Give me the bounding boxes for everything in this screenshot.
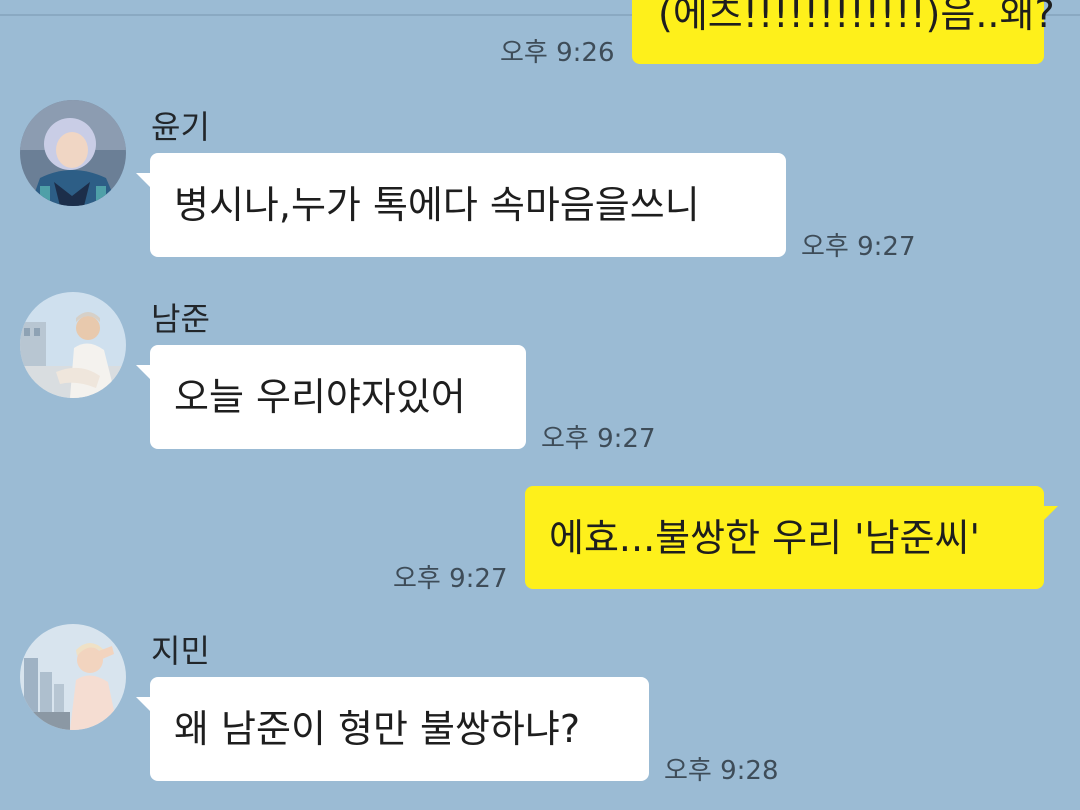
message-time: 오후 9:27 bbox=[801, 232, 916, 262]
avatar-namjoon[interactable] bbox=[20, 292, 126, 398]
profile-photo-icon bbox=[20, 100, 126, 206]
avatar-yoongi[interactable] bbox=[20, 100, 126, 206]
incoming-message-bubble[interactable]: 왜 남준이 형만 불쌍하냐? bbox=[136, 677, 649, 781]
incoming-message-bubble[interactable]: 오늘 우리야자있어 bbox=[136, 345, 526, 449]
incoming-message-bubble[interactable]: 병시나,누가 톡에다 속마음을쓰니 bbox=[136, 153, 786, 257]
message-text: 오늘 우리야자있어 bbox=[174, 375, 466, 419]
message-text: (에츠!!!!!!!!!!!!)음..왜? bbox=[658, 0, 1055, 36]
sender-name: 남준 bbox=[151, 300, 210, 338]
message-time: 오후 9:26 bbox=[500, 38, 615, 68]
sender-name: 윤기 bbox=[151, 108, 210, 146]
outgoing-message-bubble[interactable]: 에효...불쌍한 우리 '남준씨' bbox=[525, 486, 1058, 589]
message-text: 왜 남준이 형만 불쌍하냐? bbox=[174, 707, 581, 751]
message-time: 오후 9:27 bbox=[541, 424, 656, 454]
chat-view[interactable]: (에츠!!!!!!!!!!!!)음..왜? 오후 9:26 윤기 병시나,누가 … bbox=[0, 0, 1080, 810]
message-text: 에효...불쌍한 우리 '남준씨' bbox=[549, 516, 980, 560]
message-text: 병시나,누가 톡에다 속마음을쓰니 bbox=[174, 183, 700, 227]
profile-photo-icon bbox=[20, 624, 126, 730]
avatar-jimin[interactable] bbox=[20, 624, 126, 730]
sender-name: 지민 bbox=[151, 632, 210, 670]
profile-photo-icon bbox=[20, 292, 126, 398]
message-time: 오후 9:28 bbox=[664, 756, 779, 786]
message-time: 오후 9:27 bbox=[393, 564, 508, 594]
outgoing-message-bubble[interactable]: (에츠!!!!!!!!!!!!)음..왜? bbox=[632, 0, 1055, 64]
